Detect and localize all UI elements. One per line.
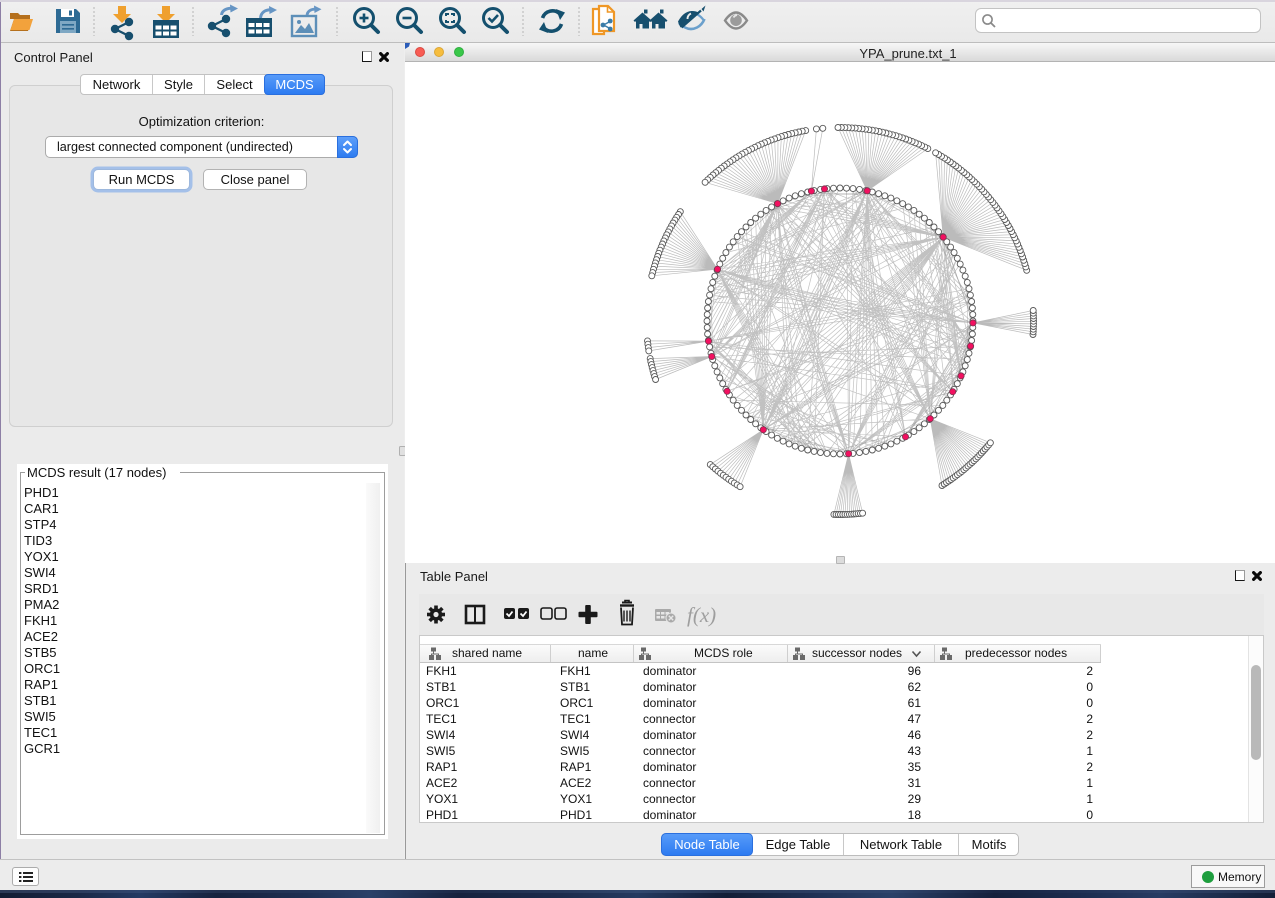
svg-text:f(x): f(x): [687, 603, 716, 627]
